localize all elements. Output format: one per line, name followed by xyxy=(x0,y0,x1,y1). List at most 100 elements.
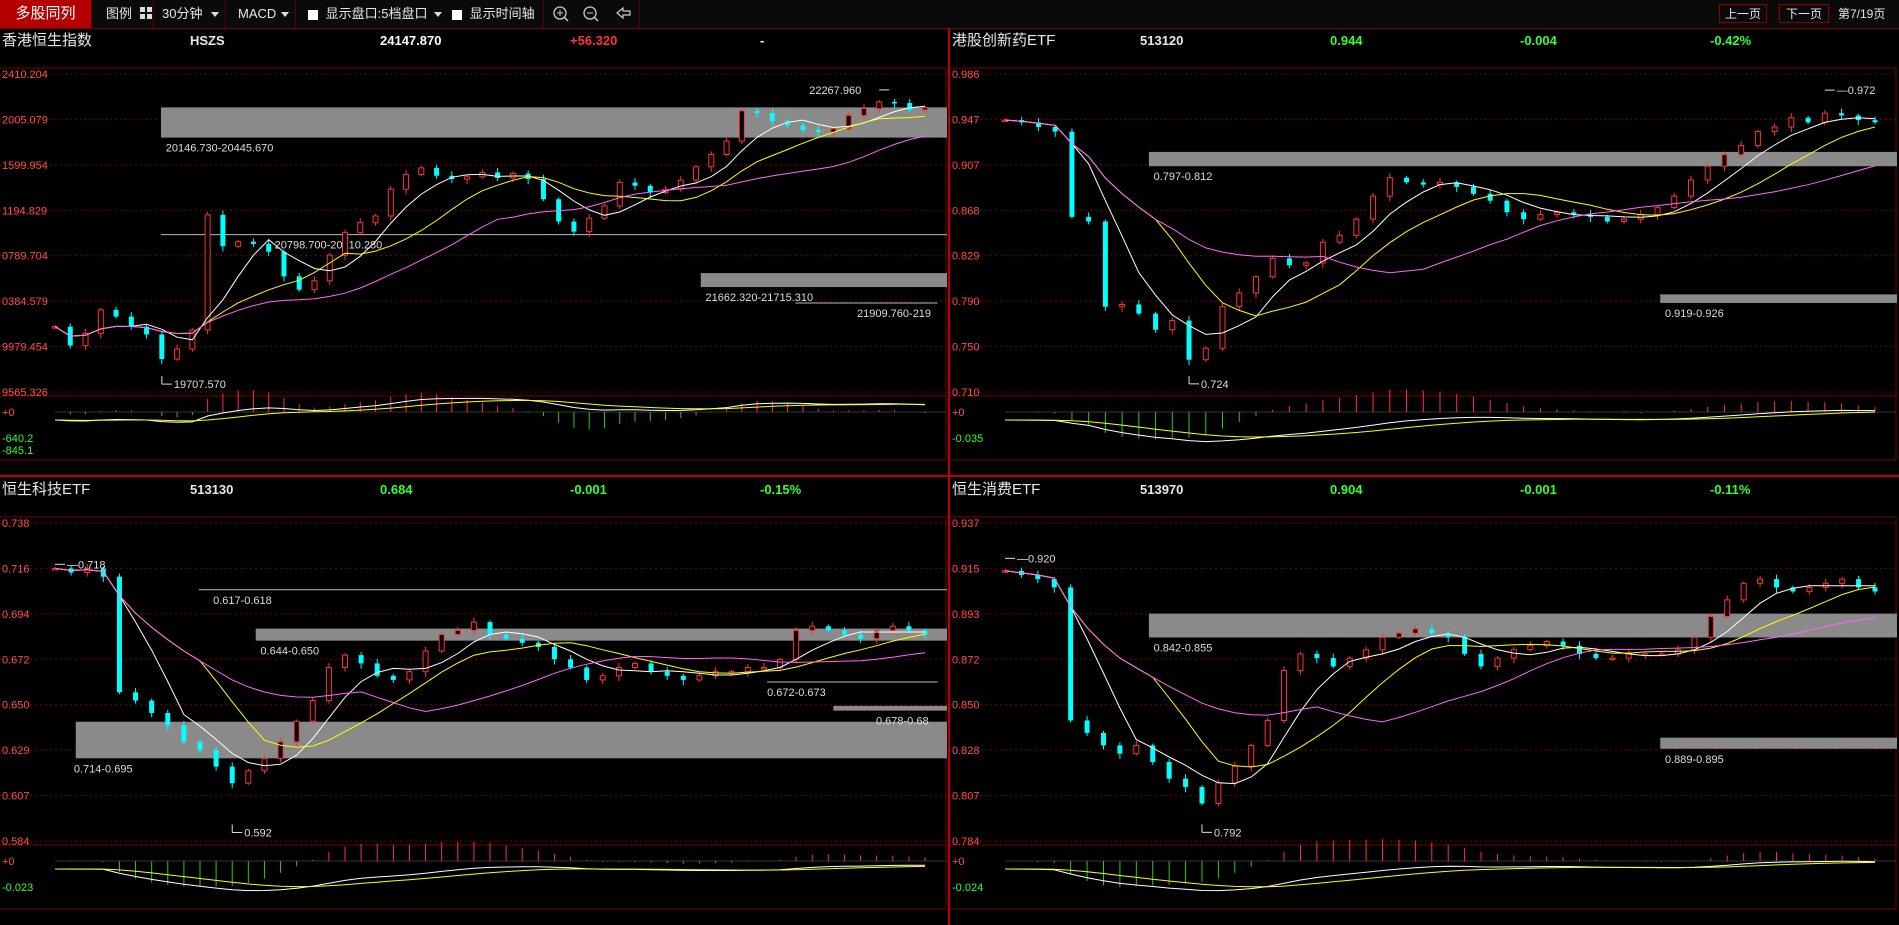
candle-body xyxy=(133,692,139,701)
candle-body xyxy=(1470,186,1476,194)
chevron-down-icon xyxy=(211,12,219,17)
stock-code: 513120 xyxy=(1140,33,1184,48)
y-axis-label: 0.937 xyxy=(952,518,980,530)
stock-name: 恒生消费ETF xyxy=(952,481,1041,498)
candlestick-chart[interactable]: 0.937 0.915 0.893 0.872 0.850 0.828 0.807 0.784… xyxy=(950,503,1897,923)
support-zone xyxy=(75,721,947,759)
stock-price: 24147.870 xyxy=(380,33,442,48)
timeaxis-checkbox[interactable] xyxy=(452,9,462,20)
toolbar: 多股同列 图例 30分钟 MACD 显示盘口:5档盘口 显示时间轴 上一页 下一… xyxy=(0,0,1899,29)
candle-body xyxy=(1084,720,1090,733)
high-label: —0.972 xyxy=(1837,85,1876,97)
y-axis-label: 0.915 xyxy=(952,563,980,575)
candlestick-chart[interactable]: 0.986 0.947 0.907 0.868 0.829 0.790 0.750 0.710… xyxy=(950,54,1897,474)
timeaxis-option[interactable]: 显示时间轴 xyxy=(452,0,544,28)
orderbook-option[interactable]: 显示盘口:5档盘口 xyxy=(308,0,448,28)
candle-body xyxy=(858,634,864,639)
candle-body xyxy=(1721,154,1728,167)
candle-body xyxy=(1199,786,1205,804)
indicator-value: MACD xyxy=(238,6,277,21)
candle-body xyxy=(1478,653,1484,667)
stock-panel-513120[interactable]: 港股创新药ETF 513120 0.944 -0.004 -0.42% 0.98… xyxy=(950,28,1897,474)
candle-body xyxy=(220,214,226,247)
candle-body xyxy=(159,334,165,360)
candlestick-chart[interactable]: 2410.204 2005.079 1599.954 1194.829 0789.704… xyxy=(0,54,947,474)
macd-dea-line xyxy=(55,865,926,888)
stock-change: -0.004 xyxy=(1520,33,1557,48)
legend-label: 图例 xyxy=(106,6,133,21)
candle-body xyxy=(1806,586,1813,593)
candle-body xyxy=(723,140,730,156)
candle-body xyxy=(342,232,348,256)
y-axis-label: 2410.204 xyxy=(2,69,48,81)
candle-body xyxy=(1621,218,1628,222)
candle-body xyxy=(1169,320,1176,331)
candle-body xyxy=(809,625,816,631)
candle-body xyxy=(1494,657,1501,667)
candle-body xyxy=(1740,582,1747,601)
macd-axis-label: +0 xyxy=(952,407,965,419)
candle-body xyxy=(1166,762,1172,779)
macd-dif-line xyxy=(54,397,926,423)
candle-body xyxy=(1202,347,1209,361)
stock-price: 0.904 xyxy=(1330,482,1363,497)
indicator-select[interactable]: MACD xyxy=(226,0,296,28)
stock-change-pct: -0.15% xyxy=(760,482,802,497)
candlestick-chart[interactable]: 0.738 0.716 0.694 0.672 0.650 0.629 0.607 0.584… xyxy=(0,503,947,923)
macd-axis-label: -0.035 xyxy=(952,433,983,445)
prev-page-button[interactable]: 上一页 xyxy=(1719,4,1767,23)
candle-body xyxy=(599,675,606,681)
candle-body xyxy=(1236,292,1243,308)
y-axis-label: 0.650 xyxy=(2,700,30,712)
orderbook-label: 显示盘口:5档盘口 xyxy=(325,6,428,21)
candle-body xyxy=(738,110,745,142)
chevron-down-icon xyxy=(281,12,289,17)
candle-body xyxy=(1215,782,1222,805)
y-axis-label: 0.738 xyxy=(2,518,30,530)
candle-body xyxy=(1420,182,1426,185)
candle-body xyxy=(693,166,700,181)
y-axis-label: 9565.326 xyxy=(2,387,48,399)
zoom-out-icon[interactable] xyxy=(582,0,604,28)
stock-panel-513130[interactable]: 恒生科技ETF 513130 0.684 -0.001 -0.15% 0.738… xyxy=(0,477,947,923)
zone-label: 0.617-0.618 xyxy=(213,595,272,607)
candle-body xyxy=(1252,276,1259,294)
support-zone xyxy=(1148,151,1897,167)
candle-body xyxy=(1429,629,1435,634)
back-icon[interactable] xyxy=(610,0,640,28)
candle-body xyxy=(1303,262,1310,266)
support-zone xyxy=(833,705,947,711)
candle-body xyxy=(1593,653,1599,659)
candle-body xyxy=(418,167,425,176)
candle-body xyxy=(1119,303,1126,308)
candle-body xyxy=(1872,120,1878,123)
candle-body xyxy=(815,129,821,133)
candle-body xyxy=(769,113,775,121)
zoom-in-icon[interactable] xyxy=(552,0,574,28)
zone-label: 20146.730-20445.670 xyxy=(166,143,274,155)
candle-body xyxy=(1379,636,1386,651)
candle-body xyxy=(1336,234,1343,243)
stock-change-pct: -0.11% xyxy=(1710,482,1751,497)
legend-button[interactable]: 图例 xyxy=(92,0,154,28)
stock-panel-hszs[interactable]: 香港恒生指数 HSZS 24147.870 +56.320 - 2410.204… xyxy=(0,28,947,474)
candle-body xyxy=(113,309,119,317)
candle-body xyxy=(266,243,272,252)
candle-body xyxy=(664,671,670,676)
orderbook-checkbox[interactable] xyxy=(308,9,318,20)
zone-label: 0.644-0.650 xyxy=(260,646,319,658)
candle-body xyxy=(495,172,501,178)
candle-body xyxy=(470,621,477,631)
next-page-button[interactable]: 下一页 xyxy=(1779,4,1829,23)
support-zone xyxy=(700,273,947,288)
stock-panel-513970[interactable]: 恒生消费ETF 513970 0.904 -0.001 -0.11% 0.937… xyxy=(950,477,1897,923)
candle-body xyxy=(891,101,897,104)
period-select[interactable]: 30分钟 xyxy=(154,0,226,28)
candle-body xyxy=(1527,645,1534,651)
high-label: —0.920 xyxy=(1017,553,1056,565)
candle-body xyxy=(889,625,896,631)
candle-body xyxy=(1102,221,1108,307)
candle-body xyxy=(907,103,913,110)
candle-body xyxy=(1231,765,1238,784)
candle-body xyxy=(800,125,806,130)
